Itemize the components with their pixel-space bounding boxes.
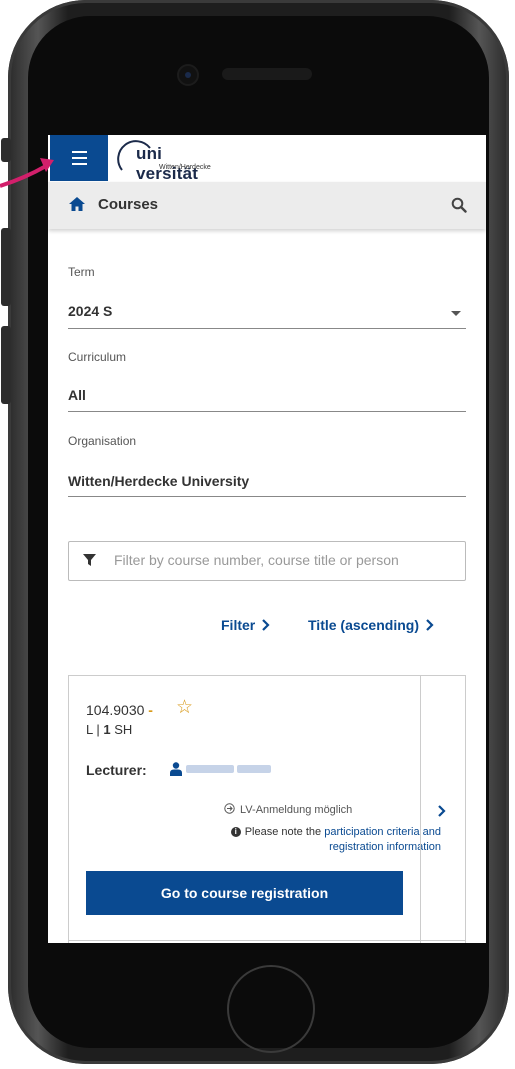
front-camera xyxy=(179,66,197,84)
lecturer-name-redacted[interactable] xyxy=(186,765,234,773)
filter-search-box[interactable] xyxy=(68,541,466,581)
chevron-right-icon[interactable] xyxy=(437,804,447,818)
filter-input[interactable] xyxy=(114,542,459,578)
curriculum-field[interactable]: All xyxy=(68,387,86,403)
arrow-circle-right-icon xyxy=(224,803,235,814)
course-separator: - xyxy=(148,702,153,718)
term-label: Term xyxy=(68,265,95,279)
course-number-value: 104.9030 xyxy=(86,702,145,718)
course-card: 104.9030 - ☆ L | 1 SH Lecturer: LV-Anmel… xyxy=(68,675,466,943)
participation-criteria-link[interactable]: participation criteria and xyxy=(324,826,441,838)
info-icon: i xyxy=(230,827,241,838)
star-outline-icon[interactable]: ☆ xyxy=(176,696,193,719)
registration-information-link[interactable]: registration information xyxy=(121,841,441,853)
chevron-right-icon xyxy=(262,619,270,631)
phone-volume-down xyxy=(1,326,11,404)
hamburger-menu-icon-bar xyxy=(72,157,87,159)
course-type-prefix: L | xyxy=(86,722,104,737)
course-hours: 1 xyxy=(103,722,111,737)
home-icon[interactable] xyxy=(68,196,86,212)
top-bar: uni versität Witten/Herdecke xyxy=(48,135,486,183)
chevron-right-icon xyxy=(426,619,434,631)
caret-down-icon[interactable] xyxy=(451,311,461,316)
curriculum-label: Curriculum xyxy=(68,350,127,364)
sort-link[interactable]: Title (ascending) xyxy=(308,617,435,633)
course-type: L | 1 SH xyxy=(86,722,132,737)
curriculum-underline xyxy=(68,411,466,412)
go-to-course-registration-button[interactable]: Go to course registration xyxy=(86,871,403,915)
lecturer-label: Lecturer: xyxy=(86,762,147,778)
filter-link-label: Filter xyxy=(221,617,256,633)
participation-note: i Please note the participation criteria … xyxy=(121,826,441,838)
organisation-underline xyxy=(68,496,466,497)
lecturer-name-redacted[interactable] xyxy=(237,765,271,773)
sort-link-label: Title (ascending) xyxy=(308,617,419,633)
filter-link[interactable]: Filter xyxy=(221,617,271,633)
earpiece-speaker xyxy=(222,68,312,80)
university-logo[interactable]: uni versität Witten/Herdecke xyxy=(116,140,226,183)
breadcrumb-bar: Courses xyxy=(48,182,486,229)
hamburger-menu-icon xyxy=(72,151,87,153)
search-icon[interactable] xyxy=(451,197,467,213)
note-prefix: Please note the xyxy=(244,826,325,838)
term-select[interactable]: 2024 S xyxy=(68,303,112,319)
registration-status: LV-Anmeldung möglich xyxy=(224,803,352,816)
card-separator xyxy=(68,940,466,941)
course-number[interactable]: 104.9030 - xyxy=(86,702,153,718)
organisation-label: Organisation xyxy=(68,434,137,448)
annotation-arrow-icon xyxy=(0,158,54,188)
phone-volume-up xyxy=(1,228,11,306)
organisation-field[interactable]: Witten/Herdecke University xyxy=(68,473,249,489)
filter-icon xyxy=(83,554,96,566)
page-title: Courses xyxy=(98,196,159,213)
card-divider xyxy=(420,676,421,943)
logo-subtitle: Witten/Herdecke xyxy=(159,164,211,171)
registration-status-text: LV-Anmeldung möglich xyxy=(240,804,353,816)
term-underline xyxy=(68,328,466,329)
course-hours-unit: SH xyxy=(110,722,133,737)
person-icon xyxy=(170,762,182,776)
app-screen: uni versität Witten/Herdecke Courses Ter… xyxy=(48,135,486,943)
home-button[interactable] xyxy=(227,965,315,1053)
hamburger-menu-icon-bar xyxy=(72,163,87,165)
